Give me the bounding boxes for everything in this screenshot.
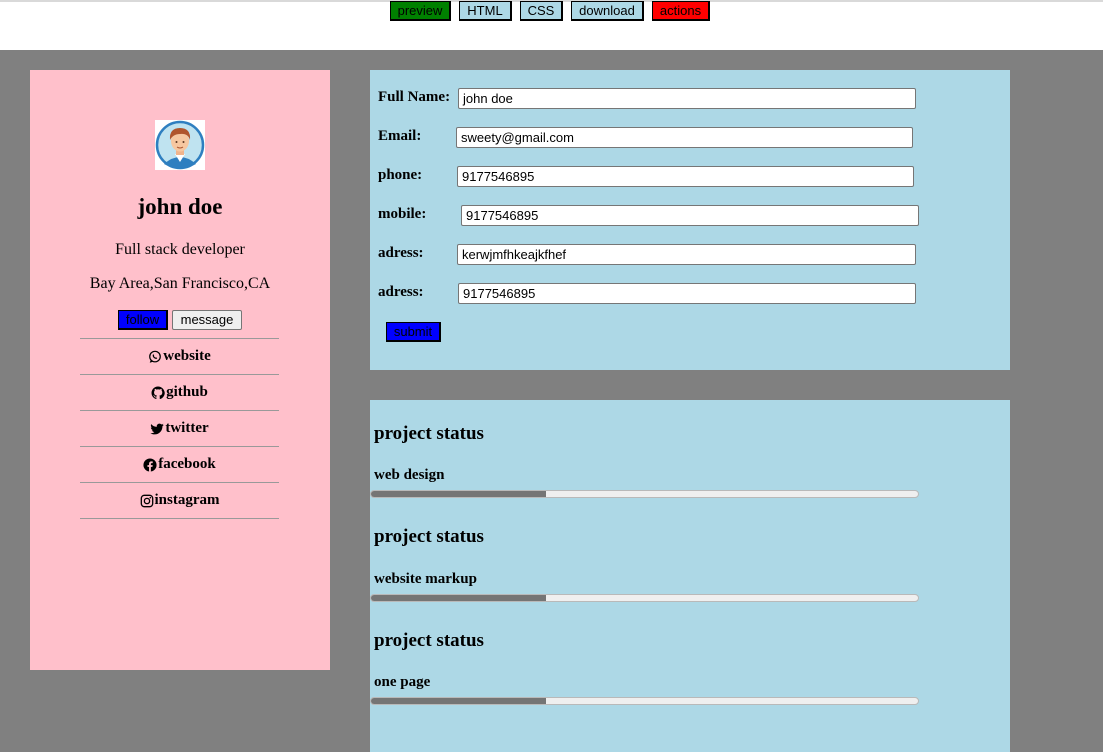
full-name-field[interactable]: john doe <box>458 88 916 109</box>
address-field[interactable]: kerwjmfhkeajkfhef <box>457 244 916 265</box>
html-button[interactable]: HTML <box>459 1 512 21</box>
download-button[interactable]: download <box>571 1 644 21</box>
github-icon <box>151 385 165 399</box>
facebook-link[interactable]: facebook <box>80 446 279 482</box>
address-field-2[interactable]: 9177546895 <box>458 283 916 304</box>
profile-title: Full stack developer <box>115 241 245 258</box>
profile-form: Full Name: john doe Email: sweety@gmail.… <box>370 70 1010 370</box>
mobile-field[interactable]: 9177546895 <box>461 205 919 226</box>
website-link-label: website <box>163 348 211 364</box>
twitter-icon <box>150 423 164 434</box>
phone-field[interactable]: 9177546895 <box>457 166 914 187</box>
web-design-label: web design <box>374 467 445 483</box>
progress-fill <box>371 491 547 497</box>
instagram-link[interactable]: instagram <box>80 482 279 519</box>
address-label: adress: <box>378 245 424 261</box>
instagram-link-label: instagram <box>154 492 220 508</box>
github-link-label: github <box>166 384 208 400</box>
main-area: john doe Full stack developer Bay Area,S… <box>0 50 1103 752</box>
profile-card: john doe Full stack developer Bay Area,S… <box>30 70 330 670</box>
website-link[interactable]: website <box>80 338 279 374</box>
web-design-progress <box>370 490 919 498</box>
one-page-label: one page <box>374 674 431 690</box>
mobile-label: mobile: <box>378 206 427 222</box>
project-status-panel: project status web design project status… <box>370 400 1010 752</box>
preview-button[interactable]: preview <box>390 1 451 21</box>
actions-button[interactable]: actions <box>652 1 710 21</box>
profile-name: john doe <box>137 194 223 219</box>
whatsapp-icon <box>149 350 162 363</box>
one-page-progress <box>370 697 919 705</box>
full-name-label: Full Name: <box>378 89 451 105</box>
social-links: website github twitter facebook instagra… <box>80 338 279 519</box>
message-button[interactable]: message <box>172 310 242 330</box>
project-status-heading: project status <box>374 423 484 444</box>
website-markup-label: website markup <box>374 571 477 587</box>
email-field[interactable]: sweety@gmail.com <box>456 127 913 148</box>
progress-fill <box>371 595 547 601</box>
submit-button[interactable]: submit <box>386 322 441 342</box>
twitter-link-label: twitter <box>165 420 209 436</box>
phone-label: phone: <box>378 167 423 183</box>
project-status-heading: project status <box>374 630 484 651</box>
github-link[interactable]: github <box>80 374 279 410</box>
male-avatar-icon <box>155 120 205 170</box>
website-markup-progress <box>370 594 919 602</box>
project-status-heading: project status <box>374 526 484 547</box>
twitter-link[interactable]: twitter <box>80 410 279 446</box>
address-label-2: adress: <box>378 284 424 300</box>
facebook-icon <box>143 457 157 472</box>
css-button[interactable]: CSS <box>520 1 563 21</box>
email-label: Email: <box>378 128 422 144</box>
facebook-link-label: facebook <box>158 456 216 472</box>
follow-button[interactable]: follow <box>118 310 168 330</box>
instagram-icon <box>140 494 153 507</box>
profile-location: Bay Area,San Francisco,CA <box>89 275 271 292</box>
progress-fill <box>371 698 547 704</box>
